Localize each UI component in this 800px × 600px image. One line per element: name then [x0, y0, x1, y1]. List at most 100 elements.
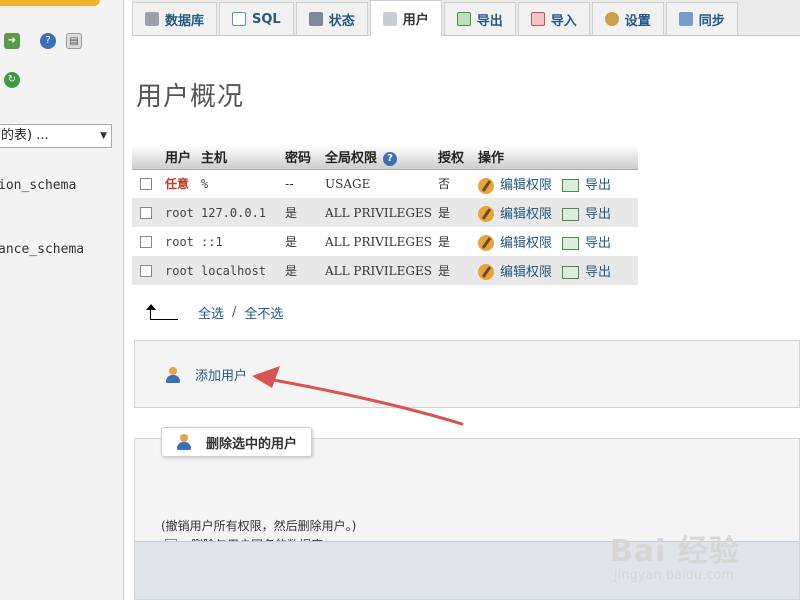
row-checkbox[interactable]	[140, 207, 152, 219]
action-cell: 编辑权限 导出	[474, 227, 638, 256]
password-cell: --	[282, 169, 322, 198]
tab-label: 导入	[550, 13, 577, 29]
tab-label: 用户	[402, 13, 429, 28]
delete-note: (撤销用户所有权限，然后删除用户。)	[161, 519, 357, 533]
users-icon	[382, 11, 397, 26]
baidu-jingyan-watermark: Bai 经验 jingyan.baidu.com	[610, 526, 740, 583]
privileges-cell: USAGE	[322, 169, 435, 198]
row-checkbox-cell	[132, 256, 162, 285]
edit-privileges-link[interactable]: 编辑权限	[500, 207, 552, 222]
tab-users[interactable]: 用户	[369, 0, 442, 36]
delete-users-legend-label: 删除选中的用户	[206, 436, 298, 452]
database-link[interactable]: ance_schema	[0, 242, 84, 257]
edit-privileges-link[interactable]: 编辑权限	[500, 236, 552, 251]
tab-label: 导出	[476, 13, 503, 29]
column-header-grant: 授权	[434, 145, 475, 170]
table-row: root 127.0.0.1 是 ALL PRIVILEGES 是 编辑权限 导出	[132, 198, 638, 227]
separator: /	[232, 304, 237, 320]
edit-privileges-icon[interactable]	[477, 206, 494, 223]
add-user-icon	[165, 366, 181, 383]
column-header-user[interactable]: 用户	[162, 145, 198, 170]
deselect-all-link[interactable]: 全不选	[244, 303, 283, 322]
select-all-link[interactable]: 全选	[198, 303, 224, 322]
user-cell: root	[162, 256, 198, 285]
column-header-privileges: 全局权限?	[322, 145, 435, 170]
status-icon	[308, 12, 323, 26]
user-cell: 任意	[162, 169, 198, 198]
bulk-select-bar: 全选 / 全不选	[142, 300, 283, 324]
row-checkbox-cell	[132, 169, 162, 198]
tab-settings[interactable]: 设置	[591, 2, 664, 35]
export-link[interactable]: 导出	[585, 178, 611, 193]
tab-import[interactable]: 导入	[517, 2, 590, 35]
user-cell: root	[162, 198, 198, 227]
export-link[interactable]: 导出	[585, 207, 611, 222]
table-row: root ::1 是 ALL PRIVILEGES 是 编辑权限 导出	[132, 227, 638, 256]
host-cell: %	[198, 169, 282, 198]
arrow-up-right-icon	[142, 302, 178, 322]
tab-status[interactable]: 状态	[295, 2, 368, 35]
export-icon[interactable]	[561, 265, 579, 279]
password-cell: 是	[282, 227, 322, 256]
settings-icon	[604, 12, 619, 26]
tab-sql[interactable]: SQL	[219, 2, 294, 35]
watermark-logo-text: Bai 经验	[610, 534, 740, 569]
edit-privileges-link[interactable]: 编辑权限	[500, 265, 552, 280]
privileges-cell: ALL PRIVILEGES	[322, 227, 435, 256]
grant-cell: 是	[434, 198, 475, 227]
privileges-cell: ALL PRIVILEGES	[322, 256, 435, 285]
tab-sync[interactable]: 同步	[665, 2, 738, 35]
edit-privileges-icon[interactable]	[477, 235, 494, 252]
tab-label: 数据库	[165, 13, 205, 29]
watermark-url: jingyan.baidu.com	[614, 568, 734, 583]
edit-privileges-link[interactable]: 编辑权限	[500, 178, 552, 193]
export-icon	[456, 12, 471, 26]
row-checkbox-cell	[132, 227, 162, 256]
help-icon[interactable]: ?	[40, 33, 56, 49]
add-user-link[interactable]: 添加用户	[165, 365, 247, 384]
row-checkbox[interactable]	[140, 265, 152, 277]
export-link[interactable]: 导出	[585, 236, 611, 251]
host-cell: localhost	[198, 256, 282, 285]
tab-label: 设置	[624, 13, 651, 29]
exit-icon[interactable]: ➜	[4, 33, 20, 49]
edit-privileges-icon[interactable]	[477, 177, 494, 194]
table-row: 任意 % -- USAGE 否 编辑权限 导出	[132, 169, 638, 198]
sync-icon	[678, 12, 693, 26]
docs-icon[interactable]: ▤	[66, 33, 82, 49]
user-icon	[176, 434, 192, 450]
export-icon[interactable]	[561, 179, 579, 192]
grant-cell: 否	[434, 169, 475, 198]
column-header-password: 密码	[282, 145, 322, 170]
database-icon	[145, 12, 159, 26]
sql-icon	[232, 12, 247, 26]
database-select[interactable]: 的表) ... ▼	[0, 124, 112, 148]
chevron-down-icon: ▼	[100, 131, 107, 141]
action-cell: 编辑权限 导出	[474, 198, 638, 227]
privileges-header-label: 全局权限	[325, 151, 378, 167]
edit-privileges-icon[interactable]	[477, 264, 494, 281]
top-tab-bar: 数据库 SQL 状态 用户 导出 导入 设置 同步	[132, 0, 800, 36]
add-user-section: 添加用户	[134, 340, 800, 408]
action-cell: 编辑权限 导出	[474, 169, 638, 198]
grant-cell: 是	[434, 256, 475, 285]
import-icon	[530, 12, 545, 26]
row-checkbox[interactable]	[140, 178, 152, 191]
checkbox-column-header	[132, 145, 162, 170]
tab-databases[interactable]: 数据库	[132, 2, 218, 35]
tab-export[interactable]: 导出	[443, 2, 516, 35]
password-cell: 是	[282, 256, 322, 285]
help-icon[interactable]: ?	[383, 151, 398, 166]
reload-icon[interactable]: ↻	[4, 72, 20, 88]
database-select-value: 的表) ...	[1, 128, 49, 143]
row-checkbox[interactable]	[140, 236, 152, 248]
row-checkbox-cell	[132, 198, 162, 227]
column-header-host[interactable]: 主机	[198, 145, 282, 170]
database-link[interactable]: ion_schema	[0, 178, 76, 193]
export-link[interactable]: 导出	[585, 265, 611, 280]
export-icon[interactable]	[561, 207, 579, 221]
export-icon[interactable]	[561, 236, 579, 250]
host-cell: ::1	[198, 227, 282, 256]
privileges-cell: ALL PRIVILEGES	[322, 198, 435, 227]
navigation-panel: ➜ ? ▤ ↻ 的表) ... ▼ ion_schema ance_schema	[0, 0, 124, 600]
